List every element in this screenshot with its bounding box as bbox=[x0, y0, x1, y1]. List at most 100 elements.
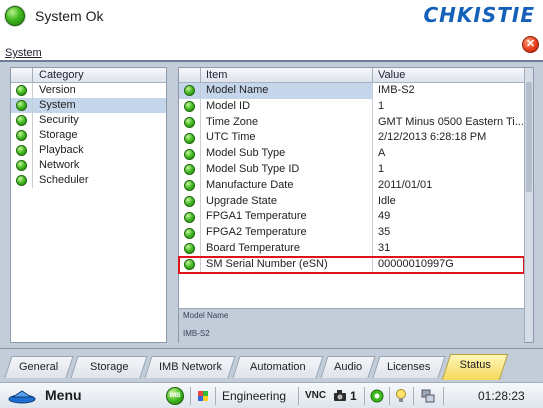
table-row[interactable]: Model ID 1 bbox=[179, 98, 524, 115]
tab-label: General bbox=[19, 361, 59, 373]
row-item: Model Sub Type bbox=[201, 146, 373, 162]
category-list: Category Version System Security Storage… bbox=[10, 67, 167, 343]
value-column-header[interactable]: Value bbox=[373, 68, 524, 82]
category-item-network[interactable]: Network bbox=[11, 158, 166, 173]
status-grid-body: Item Value Model Name IMB-S2 Model ID 1 … bbox=[178, 68, 525, 344]
table-row[interactable]: FPGA2 Temperature 35 bbox=[179, 225, 524, 241]
tab-storage[interactable]: Storage bbox=[70, 356, 148, 378]
category-label: Storage bbox=[39, 129, 78, 141]
tab-licenses[interactable]: Licenses bbox=[372, 356, 446, 378]
tab-general[interactable]: General bbox=[4, 356, 74, 378]
description-panel: Model Name IMB-S2 bbox=[179, 308, 524, 344]
menu-icon[interactable] bbox=[8, 389, 36, 404]
table-row[interactable]: Time Zone GMT Minus 0500 Eastern Ti... bbox=[179, 114, 524, 131]
status-ok-icon bbox=[184, 259, 195, 271]
vertical-scrollbar[interactable] bbox=[524, 68, 533, 342]
status-ok-icon bbox=[184, 195, 195, 207]
menu-button[interactable]: Menu bbox=[45, 387, 82, 403]
table-row[interactable]: FPGA1 Temperature 49 bbox=[179, 209, 524, 226]
status-ok-icon bbox=[5, 6, 25, 26]
camera-icon[interactable] bbox=[333, 389, 347, 402]
table-row[interactable]: Model Name IMB-S2 bbox=[179, 83, 524, 99]
tab-automation[interactable]: Automation bbox=[232, 356, 324, 378]
camera-count: 1 bbox=[350, 389, 357, 403]
item-column-header[interactable]: Item bbox=[201, 68, 373, 82]
category-column-header: Category bbox=[39, 69, 84, 81]
tab-status[interactable]: Status bbox=[441, 354, 509, 380]
table-row[interactable]: Board Temperature 31 bbox=[179, 240, 524, 257]
description-value: IMB-S2 bbox=[183, 329, 210, 338]
status-ok-icon bbox=[16, 130, 27, 141]
row-value: 49 bbox=[378, 210, 391, 223]
row-value: IMB-S2 bbox=[378, 84, 415, 96]
category-item-scheduler[interactable]: Scheduler bbox=[11, 173, 166, 188]
table-row[interactable]: Manufacture Date 2011/01/01 bbox=[179, 177, 524, 194]
row-item: Model Sub Type ID bbox=[201, 161, 373, 178]
network-icon[interactable] bbox=[420, 388, 436, 404]
status-ok-icon bbox=[184, 164, 195, 176]
status-ok-icon bbox=[16, 85, 27, 96]
table-row[interactable]: Model Sub Type A bbox=[179, 146, 524, 162]
row-item: Board Temperature bbox=[201, 240, 373, 257]
bulb-icon[interactable] bbox=[395, 388, 407, 404]
scrollbar-thumb[interactable] bbox=[526, 82, 532, 192]
close-icon: ✕ bbox=[525, 38, 536, 50]
user-role[interactable]: Engineering bbox=[222, 387, 286, 405]
status-ok-icon bbox=[184, 132, 195, 144]
tab-imb-network[interactable]: IMB Network bbox=[144, 356, 236, 378]
row-value: 2011/01/01 bbox=[378, 178, 433, 191]
status-ok-icon bbox=[16, 145, 27, 156]
status-ok-icon bbox=[184, 85, 195, 97]
table-row[interactable]: UTC Time 2/12/2013 6:28:18 PM bbox=[179, 130, 524, 147]
section-header: System ✕ bbox=[0, 34, 543, 62]
row-value: GMT Minus 0500 Eastern Ti... bbox=[378, 115, 524, 128]
status-ok-icon bbox=[16, 175, 27, 186]
row-value: A bbox=[378, 147, 386, 160]
status-ok-icon bbox=[16, 115, 27, 126]
row-item: Time Zone bbox=[201, 114, 373, 131]
category-item-system[interactable]: System bbox=[11, 98, 166, 113]
status-grid: Item Value Model Name IMB-S2 Model ID 1 … bbox=[178, 67, 534, 344]
status-ok-icon bbox=[184, 243, 195, 255]
tab-label: Storage bbox=[89, 361, 129, 373]
category-item-security[interactable]: Security bbox=[11, 113, 166, 128]
status-ok-icon bbox=[184, 148, 195, 160]
main-panel: Category Version System Security Storage… bbox=[0, 62, 543, 348]
row-value: 00000010997G bbox=[378, 257, 454, 270]
row-item: UTC Time bbox=[201, 130, 373, 147]
vnc-indicator[interactable]: VNC bbox=[305, 387, 326, 405]
category-label: Version bbox=[39, 84, 76, 96]
row-value: Idle bbox=[378, 194, 396, 207]
tab-audio[interactable]: Audio bbox=[320, 356, 376, 378]
row-item: Upgrade State bbox=[201, 193, 373, 210]
brand-logo: CHKISTIE bbox=[423, 3, 535, 27]
power-icon[interactable] bbox=[370, 389, 384, 403]
row-value: 35 bbox=[378, 226, 391, 239]
clock: 01:28:23 PM bbox=[478, 389, 525, 408]
table-row[interactable]: Upgrade State Idle bbox=[179, 193, 524, 210]
category-item-storage[interactable]: Storage bbox=[11, 128, 166, 143]
row-item: FPGA1 Temperature bbox=[201, 209, 373, 226]
table-row[interactable]: Model Sub Type ID 1 bbox=[179, 161, 524, 178]
category-label: Security bbox=[39, 114, 79, 126]
category-label: System bbox=[33, 98, 166, 113]
category-item-playback[interactable]: Playback bbox=[11, 143, 166, 158]
row-value: 1 bbox=[378, 99, 385, 112]
row-item: Model ID bbox=[201, 98, 373, 115]
imb-status-icon[interactable]: IMB bbox=[166, 387, 184, 405]
flag-icon bbox=[198, 391, 208, 401]
grid-header: Item Value bbox=[179, 68, 524, 83]
category-item-version[interactable]: Version bbox=[11, 83, 166, 98]
row-item: Manufacture Date bbox=[201, 177, 373, 194]
description-title: Model Name bbox=[183, 311, 229, 320]
close-button[interactable]: ✕ bbox=[522, 36, 539, 53]
row-item: Model Name bbox=[201, 83, 373, 99]
table-row-highlighted[interactable]: SM Serial Number (eSN) 00000010997G bbox=[178, 255, 525, 274]
status-ok-icon bbox=[184, 211, 195, 223]
tab-label: Audio bbox=[333, 361, 363, 373]
status-ok-icon bbox=[184, 101, 195, 113]
title-bar: System Ok CHKISTIE bbox=[0, 0, 543, 34]
tab-label: Automation bbox=[250, 361, 306, 373]
tab-label: IMB Network bbox=[158, 361, 222, 373]
tab-label: Licenses bbox=[387, 361, 431, 373]
